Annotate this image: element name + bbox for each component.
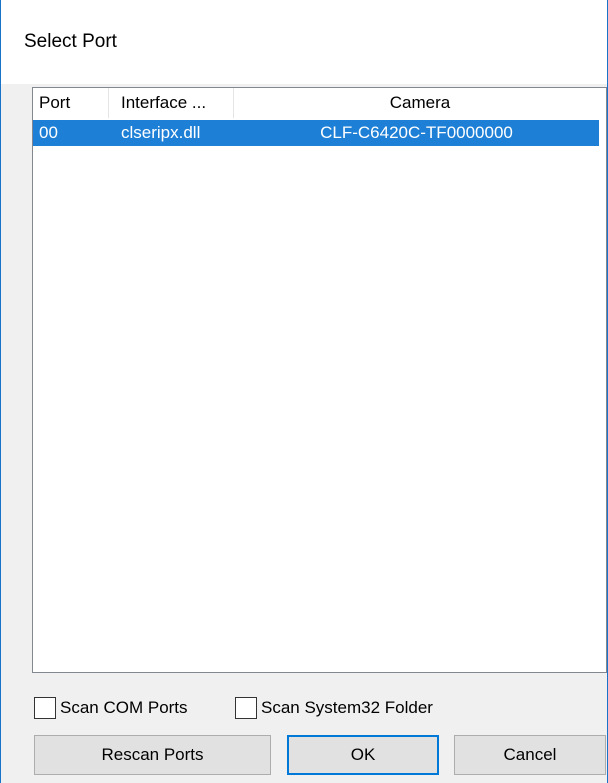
select-port-dialog: Select Port Port Interface ... Camera 00… (0, 0, 608, 783)
scan-com-ports-label[interactable]: Scan COM Ports (60, 697, 188, 719)
cell-port: 00 (39, 123, 58, 142)
scan-system32-checkbox[interactable] (235, 697, 257, 719)
port-list-row-selected[interactable]: 00 clseripx.dll CLF-C6420C-TF0000000 (33, 120, 599, 146)
column-header-port[interactable]: Port (33, 88, 109, 118)
port-list[interactable]: Port Interface ... Camera 00 clseripx.dl… (32, 87, 607, 673)
column-header-interface[interactable]: Interface ... (109, 88, 234, 118)
scan-com-ports-checkbox[interactable] (34, 697, 56, 719)
port-list-header: Port Interface ... Camera (33, 88, 606, 118)
cell-camera: CLF-C6420C-TF0000000 (320, 123, 513, 142)
scan-system32-option[interactable]: Scan System32 Folder (235, 695, 433, 721)
title-bar[interactable]: Select Port (1, 0, 607, 84)
window-title: Select Port (24, 31, 117, 52)
cell-interface: clseripx.dll (121, 123, 201, 142)
rescan-ports-button[interactable]: Rescan Ports (34, 735, 271, 775)
cancel-button[interactable]: Cancel (454, 735, 606, 775)
column-header-camera[interactable]: Camera (234, 88, 606, 118)
scan-com-ports-option[interactable]: Scan COM Ports (34, 695, 188, 721)
scan-system32-label[interactable]: Scan System32 Folder (261, 697, 433, 719)
ok-button[interactable]: OK (287, 735, 439, 775)
